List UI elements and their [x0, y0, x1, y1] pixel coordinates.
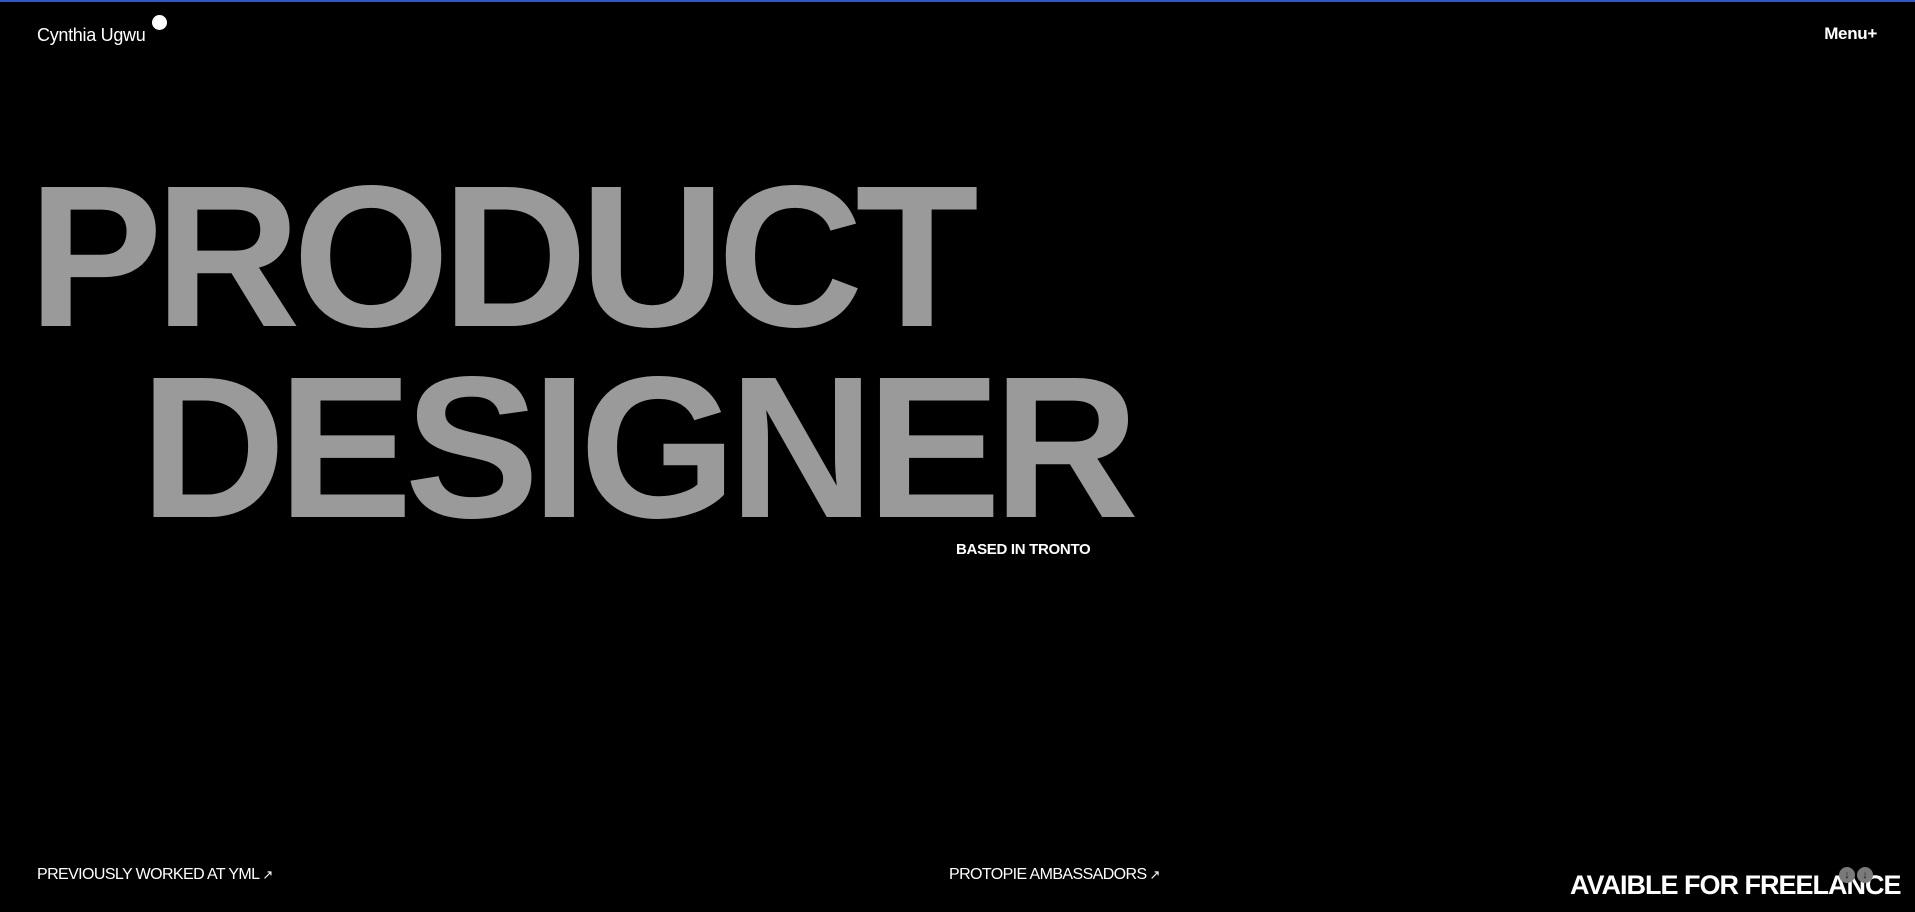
protopie-ambassadors-label: PROTOPIE AMBASSADORS	[949, 866, 1147, 883]
arrow-up-right-icon: ↗	[262, 867, 273, 882]
brand-name: Cynthia Ugwu	[37, 25, 146, 45]
previous-work-link[interactable]: PREVIOUSLY WORKED AT YML ↗	[37, 866, 273, 884]
protopie-ambassadors-link[interactable]: PROTOPIE AMBASSADORS ↗	[949, 866, 1160, 884]
top-accent-line	[0, 0, 1915, 2]
scroll-down-buttons: ↓ ↓	[1839, 867, 1873, 883]
location-label: BASED IN TRONTO	[956, 541, 1091, 558]
hero-title-line-1: PRODUCT	[28, 143, 979, 369]
circle-dot-icon	[152, 15, 168, 30]
brand-logo-link[interactable]: Cynthia Ugwu	[37, 15, 168, 49]
menu-button[interactable]: Menu+	[1824, 24, 1877, 44]
previous-work-label: PREVIOUSLY WORKED AT YML	[37, 866, 260, 883]
hero-title-line-2: DESIGNER	[140, 334, 1139, 560]
arrow-up-right-icon: ↗	[1149, 867, 1161, 882]
arrow-down-circle-icon[interactable]: ↓	[1839, 867, 1855, 883]
arrow-down-circle-icon[interactable]: ↓	[1857, 867, 1873, 883]
